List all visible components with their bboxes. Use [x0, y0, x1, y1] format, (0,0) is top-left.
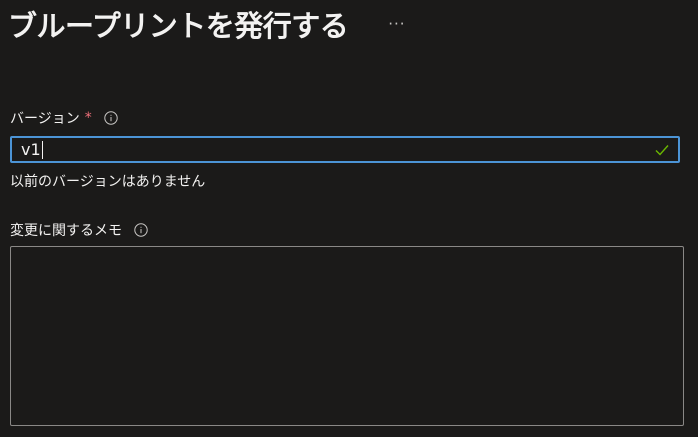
text-caret — [41, 140, 43, 159]
notes-label-row: 変更に関するメモ — [10, 220, 148, 240]
version-input-value: v1 — [21, 140, 41, 159]
version-label-row: バージョン * — [10, 108, 118, 128]
info-icon[interactable] — [104, 111, 118, 125]
publish-blueprint-panel: ブループリントを発行する ··· バージョン * v1 以前のバージョンはありま… — [0, 0, 698, 437]
change-notes-textarea[interactable] — [10, 246, 684, 426]
version-label: バージョン — [10, 111, 80, 127]
required-indicator: * — [84, 110, 92, 126]
header: ブループリントを発行する ··· — [8, 4, 410, 44]
checkmark-icon — [655, 145, 669, 156]
version-hint: 以前のバージョンはありません — [10, 174, 206, 190]
page-title: ブループリントを発行する — [8, 9, 349, 43]
more-options-button[interactable]: ··· — [384, 15, 409, 33]
version-input[interactable]: v1 — [10, 136, 680, 163]
notes-label: 変更に関するメモ — [10, 223, 122, 239]
info-icon[interactable] — [134, 223, 148, 237]
